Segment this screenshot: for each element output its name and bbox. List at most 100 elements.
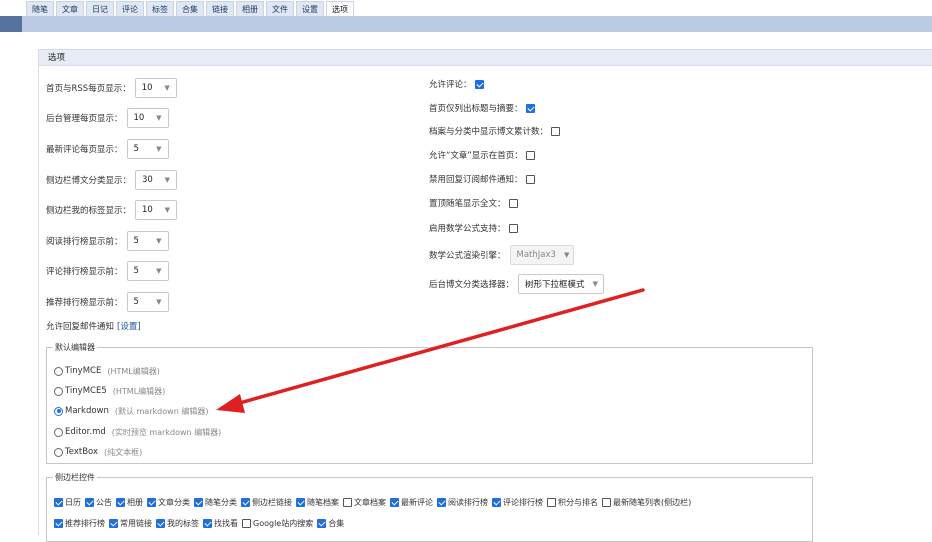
- widget-checkbox[interactable]: [194, 497, 203, 507]
- widget-checkbox[interactable]: [242, 518, 251, 528]
- setting-label: 后台管理每页显示：: [46, 114, 123, 124]
- widget-comment-rank[interactable]: 评论排行榜: [492, 497, 543, 508]
- widget-my-tags[interactable]: 我的标签: [156, 518, 199, 529]
- setting-archive-post-count: 档案与分类中显示博文累计数：: [429, 121, 561, 141]
- widget-essay-category[interactable]: 随笔分类: [194, 497, 237, 508]
- recommend-rank-count-select[interactable]: 5 ▼: [126, 292, 169, 312]
- widget-checkbox[interactable]: [437, 497, 446, 507]
- math-engine-select[interactable]: MathJax3 ▼: [509, 245, 574, 265]
- widget-google-search[interactable]: Google站内搜索: [242, 518, 313, 529]
- radio-tinymce[interactable]: [54, 366, 63, 376]
- setting-sidebar-tag-count: 侧边栏我的标签显示： 10 ▼: [46, 200, 178, 220]
- editor-option-editormd[interactable]: Editor.md (实时预览 markdown 编辑器): [54, 425, 221, 439]
- widget-checkbox[interactable]: [492, 497, 501, 507]
- widget-album[interactable]: 相册: [116, 497, 143, 508]
- widget-essay-archive[interactable]: 随笔档案: [296, 497, 339, 508]
- widget-checkbox[interactable]: [54, 518, 63, 528]
- category-selector-select[interactable]: 树形下拉框模式 ▼: [518, 274, 605, 294]
- setting-label: 启用数学公式支持：: [429, 224, 506, 234]
- widget-article-archive[interactable]: 文章档案: [343, 497, 386, 508]
- widget-score-rank[interactable]: 积分与排名: [547, 497, 598, 508]
- widget-checkbox[interactable]: [547, 497, 556, 507]
- reply-notify-settings-link[interactable]: [设置]: [117, 320, 141, 332]
- pinned-full-text-checkbox[interactable]: [508, 198, 518, 208]
- widget-recommend-rank[interactable]: 推荐排行榜: [54, 518, 105, 529]
- archive-post-count-checkbox[interactable]: [551, 126, 561, 136]
- setting-label: 置顶随笔显示全文：: [429, 199, 506, 209]
- widget-checkbox[interactable]: [602, 497, 611, 507]
- sidebar-category-count-select[interactable]: 30 ▼: [135, 170, 178, 190]
- setting-disable-reply-mail: 禁用回复订阅邮件通知：: [429, 169, 535, 189]
- widget-article-category[interactable]: 文章分类: [147, 497, 190, 508]
- tab-files[interactable]: 文件: [266, 1, 294, 16]
- tab-options[interactable]: 选项: [326, 1, 354, 16]
- tab-albums[interactable]: 相册: [236, 1, 264, 16]
- sidebar-widgets-legend: 侧边栏控件: [55, 473, 95, 482]
- widget-checkbox[interactable]: [296, 497, 305, 507]
- setting-sidebar-category-count: 侧边栏博文分类显示： 30 ▼: [46, 170, 178, 190]
- radio-tinymce5[interactable]: [54, 386, 63, 396]
- admin-page-count-select[interactable]: 10 ▼: [126, 108, 169, 128]
- comment-rank-count-select[interactable]: 5 ▼: [126, 261, 169, 281]
- widget-checkbox[interactable]: [85, 497, 94, 507]
- setting-reply-notify: 允许回复邮件通知 [设置]: [46, 316, 141, 336]
- editor-option-textbox[interactable]: TextBox (纯文本框): [54, 445, 142, 459]
- widget-checkbox[interactable]: [203, 518, 212, 528]
- widget-checkbox[interactable]: [54, 497, 63, 507]
- widget-latest-comments[interactable]: 最新评论: [390, 497, 433, 508]
- setting-math-engine: 数学公式渲染引擎： MathJax3 ▼: [429, 245, 574, 265]
- widget-latest-essays[interactable]: 最新随笔列表(侧边栏): [602, 497, 691, 508]
- disable-reply-mail-checkbox[interactable]: [525, 174, 535, 184]
- radio-textbox[interactable]: [54, 447, 63, 457]
- widget-calendar[interactable]: 日历: [54, 497, 81, 508]
- widget-checkbox[interactable]: [317, 518, 327, 528]
- widget-checkbox[interactable]: [343, 497, 352, 507]
- allow-comments-checkbox[interactable]: [474, 79, 484, 89]
- tab-diary[interactable]: 日记: [86, 1, 114, 16]
- setting-label: 推荐排行榜显示前：: [46, 298, 123, 308]
- widget-checkbox[interactable]: [116, 497, 125, 507]
- math-support-checkbox[interactable]: [508, 223, 518, 233]
- setting-label: 数学公式渲染引擎：: [429, 251, 506, 261]
- tab-essays[interactable]: 随笔: [26, 1, 54, 16]
- sidebar-tag-count-select[interactable]: 10 ▼: [135, 200, 178, 220]
- panel-title: 选项: [39, 50, 932, 66]
- latest-comments-count-select[interactable]: 5 ▼: [126, 139, 169, 159]
- tab-links[interactable]: 链接: [206, 1, 234, 16]
- widget-read-rank[interactable]: 阅读排行榜: [437, 497, 488, 508]
- radio-markdown[interactable]: [54, 406, 63, 416]
- tab-collections[interactable]: 合集: [176, 1, 204, 16]
- editor-name: Markdown: [65, 406, 109, 416]
- setting-label: 侧边栏博文分类显示：: [46, 176, 132, 186]
- default-editor-legend: 默认编辑器: [55, 343, 95, 352]
- header-bar: [0, 16, 932, 32]
- home-summary-only-checkbox[interactable]: [525, 103, 535, 113]
- setting-pinned-full-text: 置顶随笔显示全文：: [429, 193, 518, 213]
- setting-label: 首页与RSS每页显示：: [46, 84, 131, 94]
- widget-search[interactable]: 找找看: [203, 518, 238, 529]
- editor-option-markdown[interactable]: Markdown (默认 markdown 编辑器): [54, 404, 208, 418]
- widget-checkbox[interactable]: [241, 497, 250, 507]
- tab-settings[interactable]: 设置: [296, 1, 324, 16]
- widget-common-links[interactable]: 常用链接: [109, 518, 152, 529]
- radio-editormd[interactable]: [54, 427, 63, 437]
- widget-sidebar-links[interactable]: 侧边栏链接: [241, 497, 292, 508]
- widget-collections[interactable]: 合集: [317, 518, 344, 529]
- widget-checkbox[interactable]: [156, 518, 165, 528]
- setting-articles-on-home: 允许“文章”显示在首页：: [429, 145, 535, 165]
- setting-label: 最新评论每页显示：: [46, 145, 123, 155]
- articles-on-home-checkbox[interactable]: [525, 150, 535, 160]
- chevron-down-icon: ▼: [156, 237, 162, 245]
- widget-checkbox[interactable]: [109, 518, 118, 528]
- editor-option-tinymce5[interactable]: TinyMCE5 (HTML编辑器): [54, 384, 165, 398]
- widget-checkbox[interactable]: [390, 497, 399, 507]
- read-rank-count-select[interactable]: 5 ▼: [126, 231, 169, 251]
- widget-notice[interactable]: 公告: [85, 497, 112, 508]
- home-rss-count-select[interactable]: 10 ▼: [134, 78, 177, 98]
- tab-tags[interactable]: 标签: [146, 1, 174, 16]
- editor-option-tinymce[interactable]: TinyMCE (HTML编辑器): [54, 364, 160, 378]
- tab-comments[interactable]: 评论: [116, 1, 144, 16]
- widget-checkbox[interactable]: [147, 497, 156, 507]
- editor-hint: (HTML编辑器): [107, 366, 160, 376]
- tab-articles[interactable]: 文章: [56, 1, 84, 16]
